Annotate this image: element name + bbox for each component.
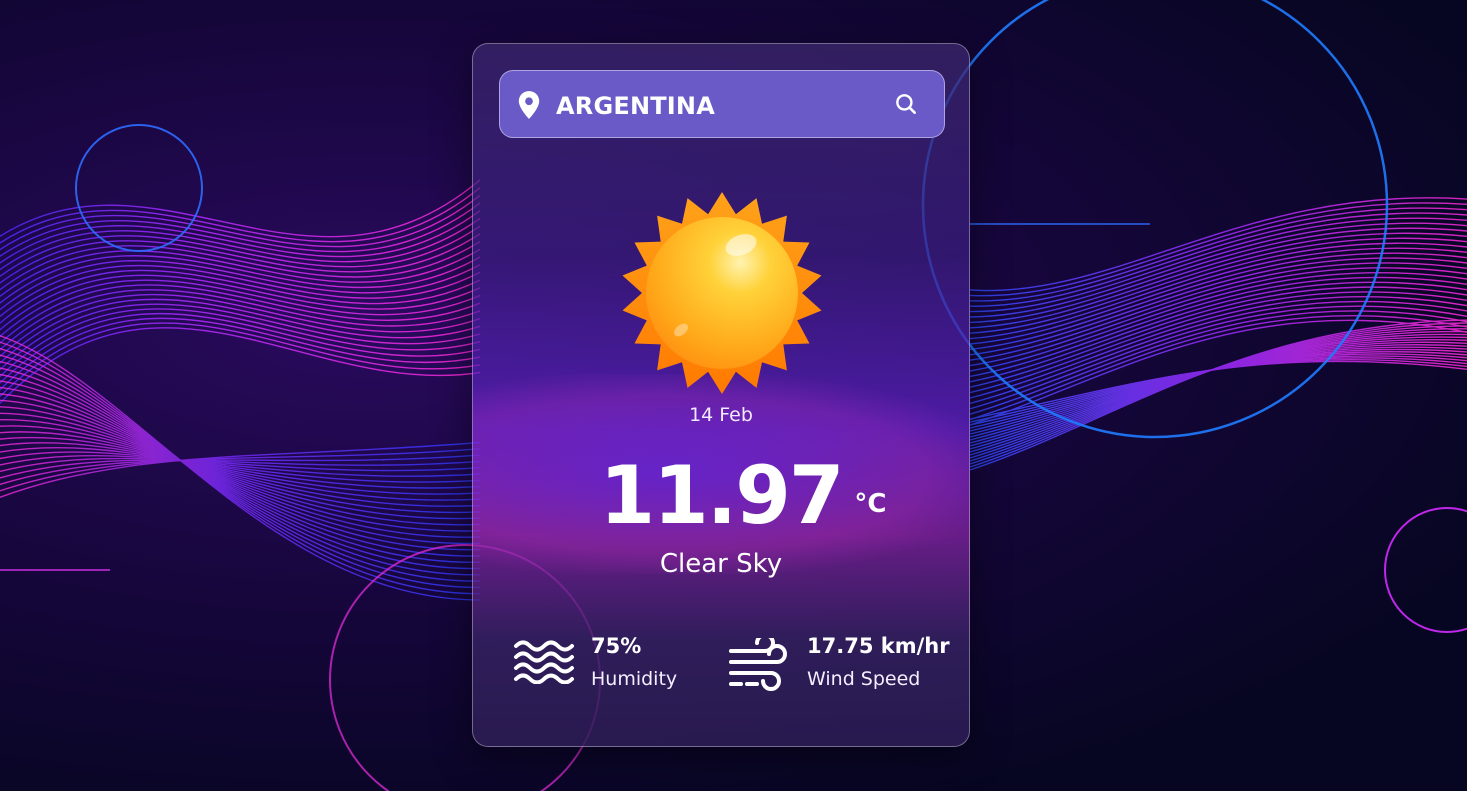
search-icon[interactable] <box>893 91 919 117</box>
temperature-unit: °C <box>854 489 887 519</box>
background-wave-line <box>969 197 1467 292</box>
humidity-stat: 75% Humidity <box>513 632 703 692</box>
wind-value: 17.75 km/hr <box>807 634 950 658</box>
background-wave-line <box>0 303 481 371</box>
weather-date: 14 Feb <box>689 404 753 426</box>
background-wave-line <box>969 232 1467 329</box>
sun-icon <box>622 192 822 394</box>
weather-card: 14 Feb 11.97 °C Clear Sky 75% Humidity <box>472 43 970 747</box>
humidity-value: 75% <box>591 634 642 658</box>
background-wave-line <box>969 202 1467 297</box>
wind-label: Wind Speed <box>807 668 921 690</box>
wind-stat: 17.75 km/hr Wind Speed <box>727 632 957 692</box>
background-wave-line <box>0 179 481 238</box>
location-pin-icon <box>518 91 540 119</box>
temperature-value: 11.97 <box>599 449 844 542</box>
background-wave-line <box>0 419 481 520</box>
wind-icon <box>729 638 787 691</box>
background-wave-line <box>0 298 481 364</box>
humidity-label: Humidity <box>591 668 678 690</box>
background-wave-line <box>0 308 481 378</box>
search-bar[interactable] <box>499 70 945 138</box>
temperature: 11.97 °C <box>599 448 886 544</box>
background-wave-line <box>0 327 481 405</box>
waves-icon <box>514 640 574 684</box>
weather-description: Clear Sky <box>659 549 783 579</box>
search-input[interactable] <box>554 85 878 127</box>
background-wave-line <box>0 210 481 264</box>
